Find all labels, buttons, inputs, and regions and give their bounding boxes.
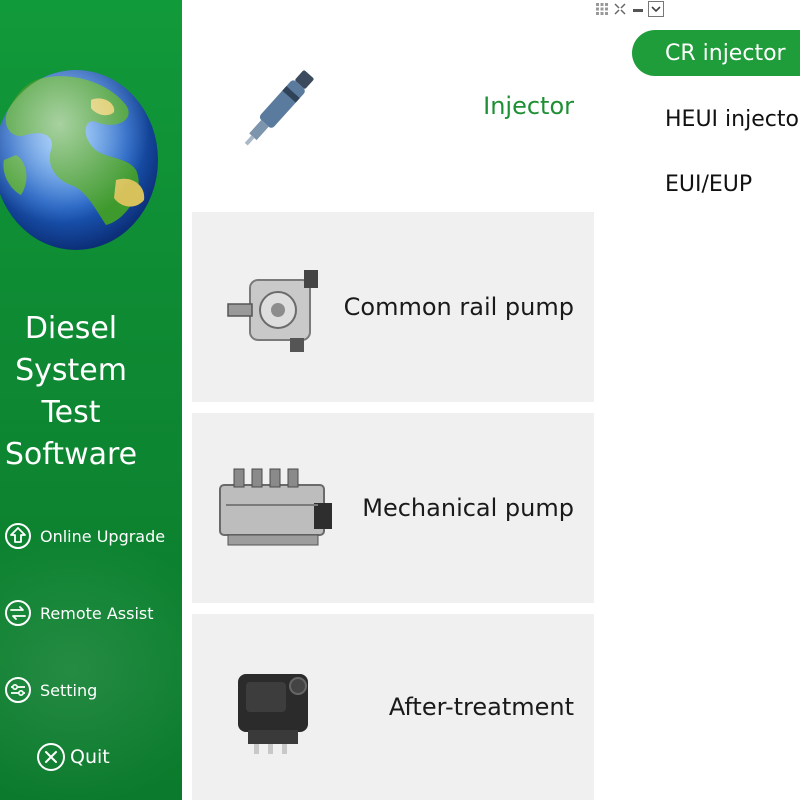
submenu-eui-eup[interactable]: EUI/EUP xyxy=(632,161,800,207)
app-title-line-2: System xyxy=(15,353,127,388)
app-title-line-1: Diesel xyxy=(24,311,118,346)
minimize-icon[interactable] xyxy=(630,1,646,17)
upgrade-icon xyxy=(4,522,32,550)
category-mechanical-pump[interactable]: Mechanical pump xyxy=(192,413,594,603)
remote-assist-icon xyxy=(4,599,32,627)
setting-button[interactable]: Setting xyxy=(4,676,97,704)
app-title-line-3: Test xyxy=(41,395,101,430)
online-upgrade-label: Online Upgrade xyxy=(40,526,166,546)
quit-label: Quit xyxy=(70,746,110,768)
category-common-rail-pump[interactable]: Common rail pump xyxy=(192,212,594,402)
grid-icon[interactable] xyxy=(594,1,610,17)
remote-assist-button[interactable]: Remote Assist xyxy=(4,599,154,627)
restore-icon[interactable] xyxy=(612,1,628,17)
close-circle-icon xyxy=(36,742,66,772)
window-controls xyxy=(594,0,666,18)
setting-label: Setting xyxy=(40,680,98,700)
common-rail-pump-image xyxy=(227,270,318,352)
app-title: Diesel System Test Software xyxy=(0,308,142,476)
mechanical-pump-image xyxy=(219,468,332,546)
submenu-heui-injector-label: HEUI injector xyxy=(665,106,800,132)
category-injector-label: Injector xyxy=(483,92,574,120)
settings-icon xyxy=(4,676,32,704)
submenu-eui-eup-label: EUI/EUP xyxy=(665,171,753,197)
globe-logo-icon xyxy=(0,70,158,250)
after-treatment-image xyxy=(238,674,308,754)
remote-assist-label: Remote Assist xyxy=(40,603,154,623)
category-injector[interactable]: Injector xyxy=(192,0,594,210)
category-after-treatment-label: After-treatment xyxy=(388,693,574,721)
submenu-cr-injector[interactable]: CR injector xyxy=(632,30,800,76)
category-mechanical-pump-label: Mechanical pump xyxy=(362,494,574,522)
online-upgrade-button[interactable]: Online Upgrade xyxy=(4,522,165,550)
category-after-treatment[interactable]: After-treatment xyxy=(192,614,594,800)
submenu-heui-injector[interactable]: HEUI injector xyxy=(632,96,800,142)
submenu-cr-injector-label: CR injector xyxy=(665,40,786,66)
category-common-rail-pump-label: Common rail pump xyxy=(343,293,574,321)
sidebar: Diesel System Test Software Online Upgra… xyxy=(0,0,182,800)
injector-image xyxy=(244,70,314,146)
app-title-line-4: Software xyxy=(4,437,138,472)
dropdown-icon[interactable] xyxy=(648,1,664,17)
quit-button[interactable]: Quit xyxy=(36,742,110,772)
